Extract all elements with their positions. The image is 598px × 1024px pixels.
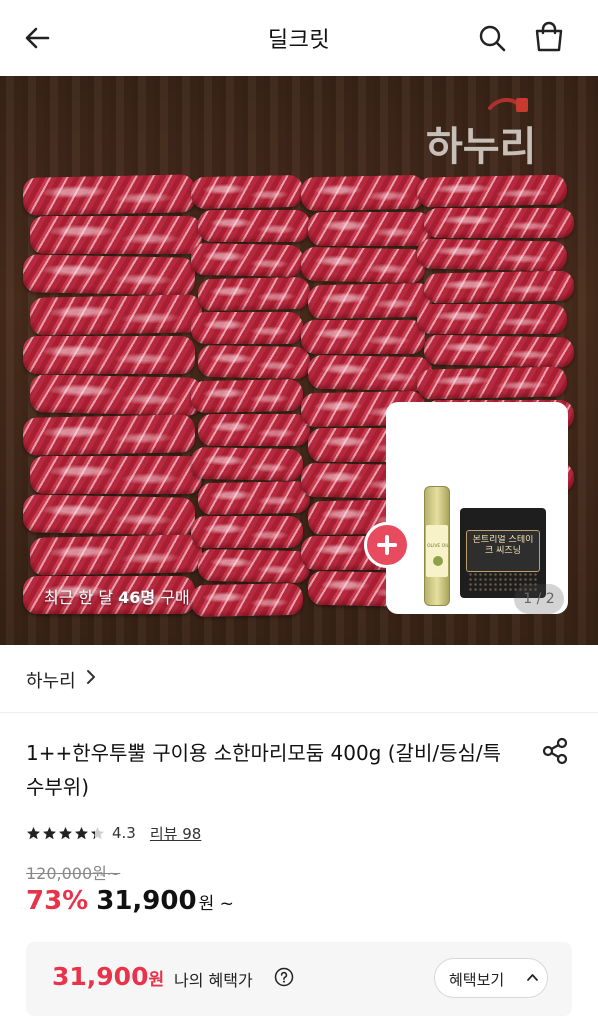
meat-slice: [29, 374, 203, 416]
shopping-bag-icon: [535, 21, 563, 52]
chevron-up-icon: [527, 974, 538, 981]
sale-price-suffix: 원 ~: [198, 894, 234, 914]
meat-slice: [191, 516, 303, 548]
meat-slice: [197, 548, 311, 584]
share-button[interactable]: [540, 736, 570, 766]
meat-slice: [23, 336, 195, 374]
rating-row: 4.3 리뷰 98: [26, 822, 201, 844]
cart-button[interactable]: [530, 18, 568, 56]
share-icon: [542, 737, 568, 765]
search-button[interactable]: [474, 20, 510, 56]
meat-slice: [423, 270, 575, 304]
meat-slice: [424, 208, 574, 238]
meat-slice: [29, 534, 203, 576]
meat-slice: [417, 304, 567, 334]
star-rating: [26, 826, 105, 841]
brand-link[interactable]: 하누리: [0, 645, 598, 713]
star-icon: [43, 826, 56, 839]
meat-slice: [197, 276, 311, 312]
brand-logo-text: 하누리: [426, 124, 536, 170]
meat-slice: [198, 210, 310, 242]
meat-slice: [416, 238, 568, 272]
brand-logo: 하누리: [426, 98, 536, 170]
brand-name: 하누리: [26, 671, 76, 692]
meat-slice: [300, 246, 426, 284]
meat-slice: [300, 174, 426, 212]
original-price: 120,000원~: [26, 864, 121, 883]
meat-slice: [30, 216, 202, 254]
meat-slice: [190, 582, 304, 618]
purchase-count: 46명: [118, 588, 156, 607]
purchase-suffix: 구매: [155, 588, 190, 607]
meat-slice: [29, 294, 203, 336]
meat-slice: [301, 320, 425, 354]
recent-purchase-info: 최근 한 달 46명 구매: [44, 584, 190, 608]
benefit-label: 나의 혜택가: [174, 971, 253, 990]
meat-slice: [416, 366, 568, 400]
benefit-price-unit: 원: [148, 970, 165, 990]
meat-slice: [416, 174, 568, 208]
meat-slice: [307, 282, 433, 320]
meat-slice: [30, 456, 202, 494]
purchase-prefix: 최근 한 달: [44, 588, 119, 607]
view-benefits-label: 혜택보기: [449, 971, 505, 989]
olive-oil-text: OLIVE OIL: [427, 543, 450, 549]
seasoning-text: 몬트리얼 스테이크 씨즈닝: [472, 535, 534, 556]
chevron-right-icon: [87, 670, 95, 684]
meat-slice: [190, 446, 304, 482]
meat-slice: [22, 494, 196, 536]
benefit-price-value: 31,900: [52, 962, 149, 991]
meat-slice: [190, 174, 304, 210]
meat-slice: [190, 242, 304, 278]
discount-rate: 73%: [26, 886, 89, 916]
star-icon: [59, 826, 72, 839]
my-benefit-price-box: 31,900원 나의 혜택가 혜택보기: [26, 942, 572, 1016]
search-icon: [479, 25, 506, 52]
meat-slice: [190, 378, 304, 414]
meat-slice: [307, 354, 433, 392]
price-row: 73% 31,900 원 ~: [26, 886, 234, 916]
meat-slice: [308, 212, 432, 246]
plus-icon: [364, 522, 410, 568]
star-icon: [27, 826, 40, 839]
seasoning-label: 몬트리얼 스테이크 씨즈닝: [466, 530, 540, 572]
star-icon: [91, 826, 104, 839]
rating-value: 4.3: [112, 824, 136, 842]
meat-slice: [197, 344, 311, 380]
meat-slice: [197, 480, 311, 516]
meat-slice: [198, 414, 310, 446]
product-title: 1++한우투뿔 구이용 소한마리모둠 400g (갈비/등심/특수부위): [26, 741, 502, 799]
view-benefits-button[interactable]: 혜택보기: [434, 958, 548, 998]
carousel-page-indicator: 1 / 2: [514, 584, 564, 614]
meat-slice: [22, 174, 196, 216]
top-app-bar: 딜크릿: [0, 0, 598, 76]
olive-oil-bottle: OLIVE OIL: [424, 486, 450, 606]
star-icon: [75, 826, 88, 839]
meat-slice: [22, 254, 196, 296]
meat-slice: [191, 312, 303, 344]
sale-price: 31,900: [96, 886, 197, 916]
benefit-price: 31,900원: [52, 962, 164, 991]
meat-slice: [22, 414, 196, 456]
meat-slice: [423, 334, 575, 368]
review-count-link[interactable]: 리뷰 98: [150, 823, 201, 844]
olive-oil-label: OLIVE OIL: [426, 525, 450, 577]
question-circle-icon[interactable]: [274, 967, 294, 987]
